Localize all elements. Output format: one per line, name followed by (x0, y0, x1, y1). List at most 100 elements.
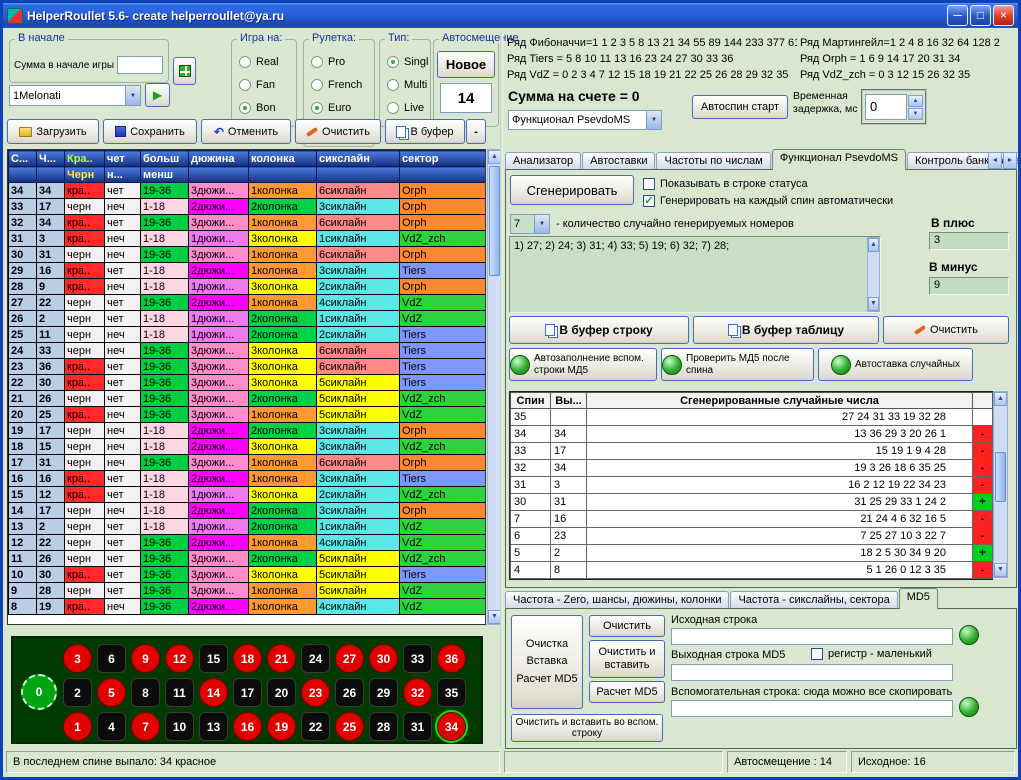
md5-helper-input[interactable] (671, 700, 953, 717)
copy-table-button[interactable]: В буфер таблицу (693, 316, 879, 344)
autofill-md5-button[interactable]: Автозаполнение вспом. строки МД5 (509, 348, 657, 381)
spin-row[interactable]: 1815черннеч1-182дюжи...3колонка3сиклайнV… (9, 439, 486, 455)
generated-table-scrollbar[interactable]: ▲ ▼ (993, 391, 1008, 578)
board-number-27[interactable]: 27 (335, 644, 364, 673)
board-number-32[interactable]: 32 (403, 678, 432, 707)
tab-scroll-right-icon[interactable]: ► (1003, 152, 1017, 169)
column-header[interactable]: сектор (400, 151, 486, 167)
radio-pro[interactable]: Pro (306, 50, 372, 73)
board-number-14[interactable]: 14 (199, 678, 228, 707)
spin-row[interactable]: 1222чернчет19-362дюжи...1колонка4сиклайн… (9, 535, 486, 551)
delay-value[interactable]: 0 (865, 94, 907, 120)
count-combobox[interactable]: 7 ▼ (510, 214, 550, 234)
column-header-sub[interactable]: н... (105, 167, 141, 183)
clear-generated-button[interactable]: Очистить (883, 316, 1009, 344)
spin-row[interactable]: 3317черннеч1-182дюжи...2колонка3сиклайнO… (9, 199, 486, 215)
checkbox-checked-icon[interactable]: ✓ (643, 195, 655, 207)
undo-button[interactable]: ↶Отменить (201, 119, 291, 144)
spin-row[interactable]: 132чернчет1-181дюжи...2колонка1сиклайнVd… (9, 519, 486, 535)
board-number-7[interactable]: 7 (131, 712, 160, 741)
spin-row[interactable]: 262чернчет1-181дюжи...2колонка1сиклайнVd… (9, 311, 486, 327)
md5-calc-button[interactable]: Расчет MD5 (589, 681, 665, 703)
spinner-up-icon[interactable]: ▲ (908, 95, 923, 107)
scroll-up-icon[interactable]: ▲ (994, 392, 1007, 406)
board-zero[interactable]: 0 (21, 674, 57, 710)
spin-row[interactable]: 1731черннеч19-363дюжи...1колонка6сиклайн… (9, 455, 486, 471)
board-number-15[interactable]: 15 (199, 644, 228, 673)
board-number-8[interactable]: 8 (131, 678, 160, 707)
md5-output-input[interactable] (671, 664, 953, 681)
textarea-scrollbar[interactable]: ▲ ▼ (867, 237, 880, 312)
board-number-23[interactable]: 23 (301, 678, 330, 707)
spin-row[interactable]: 313кра..неч1-181дюжи...3колонка1сиклайнV… (9, 231, 486, 247)
copy-button[interactable]: В буфер (385, 119, 465, 144)
maximize-button[interactable]: □ (970, 5, 991, 26)
spin-row[interactable]: 2916кра..чет1-182дюжи...1колонка3сиклайн… (9, 263, 486, 279)
minus-button[interactable]: - (466, 119, 486, 144)
md5-big-button[interactable]: Очистка Вставка Расчет MD5 (511, 615, 583, 709)
column-header-sub[interactable] (317, 167, 400, 183)
board-number-34[interactable]: 34 (437, 712, 466, 741)
spin-row[interactable]: 2025кра..неч19-363дюжи...1колонка5сиклай… (9, 407, 486, 423)
register-checkbox-row[interactable]: регистр - маленький (811, 648, 932, 660)
generated-numbers-textarea[interactable]: 1) 27; 2) 24; 3) 31; 4) 33; 5) 19; 6) 32… (509, 236, 881, 313)
board-number-4[interactable]: 4 (97, 712, 126, 741)
gen-row[interactable]: 3527 24 31 33 19 32 28 (511, 409, 993, 426)
chevron-down-icon[interactable]: ▼ (125, 86, 140, 105)
board-number-2[interactable]: 2 (63, 678, 92, 707)
column-header[interactable]: дюжина (189, 151, 249, 167)
board-number-26[interactable]: 26 (335, 678, 364, 707)
gen-row[interactable]: 31316 2 12 19 22 34 23- (511, 477, 993, 494)
board-number-36[interactable]: 36 (437, 644, 466, 673)
board-number-22[interactable]: 22 (301, 712, 330, 741)
column-header-sub[interactable] (37, 167, 65, 183)
board-number-3[interactable]: 3 (63, 644, 92, 673)
scrollbar-thumb[interactable] (489, 166, 500, 276)
board-number-20[interactable]: 20 (267, 678, 296, 707)
board-number-6[interactable]: 6 (97, 644, 126, 673)
scrollbar-thumb[interactable] (995, 452, 1006, 502)
tab-3[interactable]: Функционал PsevdoMS (772, 149, 906, 170)
save-button[interactable]: Сохранить (103, 119, 197, 144)
bottom-tab-0[interactable]: Частота - Zero, шансы, дюжины, колонки (505, 591, 729, 609)
radio-multi[interactable]: Multi (382, 73, 428, 96)
clear-paste-helper-button[interactable]: Очистить и вставить во вспом. строку (511, 714, 663, 742)
board-number-33[interactable]: 33 (403, 644, 432, 673)
scroll-down-icon[interactable]: ▼ (868, 297, 879, 311)
board-number-13[interactable]: 13 (199, 712, 228, 741)
minimize-button[interactable]: ─ (947, 5, 968, 26)
paste-source-icon-button[interactable] (959, 625, 979, 645)
delay-spinner[interactable]: 0 ▲ ▼ (861, 89, 927, 125)
gen-row[interactable]: 303131 25 29 33 1 24 2+ (511, 494, 993, 511)
brush-button[interactable]: Очистить (295, 119, 381, 144)
spin-row[interactable]: 2126чернчет19-363дюжи...2колонка5сиклайн… (9, 391, 486, 407)
spin-row[interactable]: 819кра..неч19-362дюжи...1колонка4сиклайн… (9, 599, 486, 615)
column-header[interactable]: сикслайн (317, 151, 400, 167)
radio-singl[interactable]: Singl (382, 50, 428, 73)
column-header[interactable]: Кра.. (65, 151, 105, 167)
spin-row[interactable]: 3031черннеч19-363дюжи...1колонка6сиклайн… (9, 247, 486, 263)
spin-row[interactable]: 3234кра..чет19-363дюжи...1колонка6сиклай… (9, 215, 486, 231)
board-number-28[interactable]: 28 (369, 712, 398, 741)
spin-row[interactable]: 1512кра..чет1-181дюжи...3колонка2сиклайн… (9, 487, 486, 503)
gen-row[interactable]: 485 1 26 0 12 3 35- (511, 562, 993, 579)
title-bar[interactable]: HelperRoullet 5.6- create helperroullet@… (3, 3, 1018, 28)
board-number-25[interactable]: 25 (335, 712, 364, 741)
function-combobox[interactable]: Функционал PsevdoMS ▼ (508, 110, 662, 130)
checkbox-status-row[interactable]: Показывать в строке статуса (643, 178, 808, 190)
autobet-button[interactable]: Автоставка случайных (818, 348, 973, 381)
generate-button[interactable]: Сгенерировать (510, 175, 634, 205)
open-folder-button[interactable]: Загрузить (7, 119, 99, 144)
tab-0[interactable]: Анализатор (505, 152, 581, 170)
spin-row[interactable]: 1126чернчет19-363дюжи...2колонка5сиклайн… (9, 551, 486, 567)
paste-helper-icon-button[interactable] (959, 697, 979, 717)
spin-row[interactable]: 1616кра..чет1-182дюжи...1колонка3сиклайн… (9, 471, 486, 487)
radio-real[interactable]: Real (234, 50, 294, 73)
board-number-10[interactable]: 10 (165, 712, 194, 741)
radio-live[interactable]: Live (382, 96, 428, 119)
column-header-sub[interactable] (9, 167, 37, 183)
board-number-21[interactable]: 21 (267, 644, 296, 673)
radio-french[interactable]: French (306, 73, 372, 96)
gen-row[interactable]: 71621 24 4 6 32 16 5- (511, 511, 993, 528)
spin-row[interactable]: 2722чернчет19-362дюжи...1колонка4сиклайн… (9, 295, 486, 311)
